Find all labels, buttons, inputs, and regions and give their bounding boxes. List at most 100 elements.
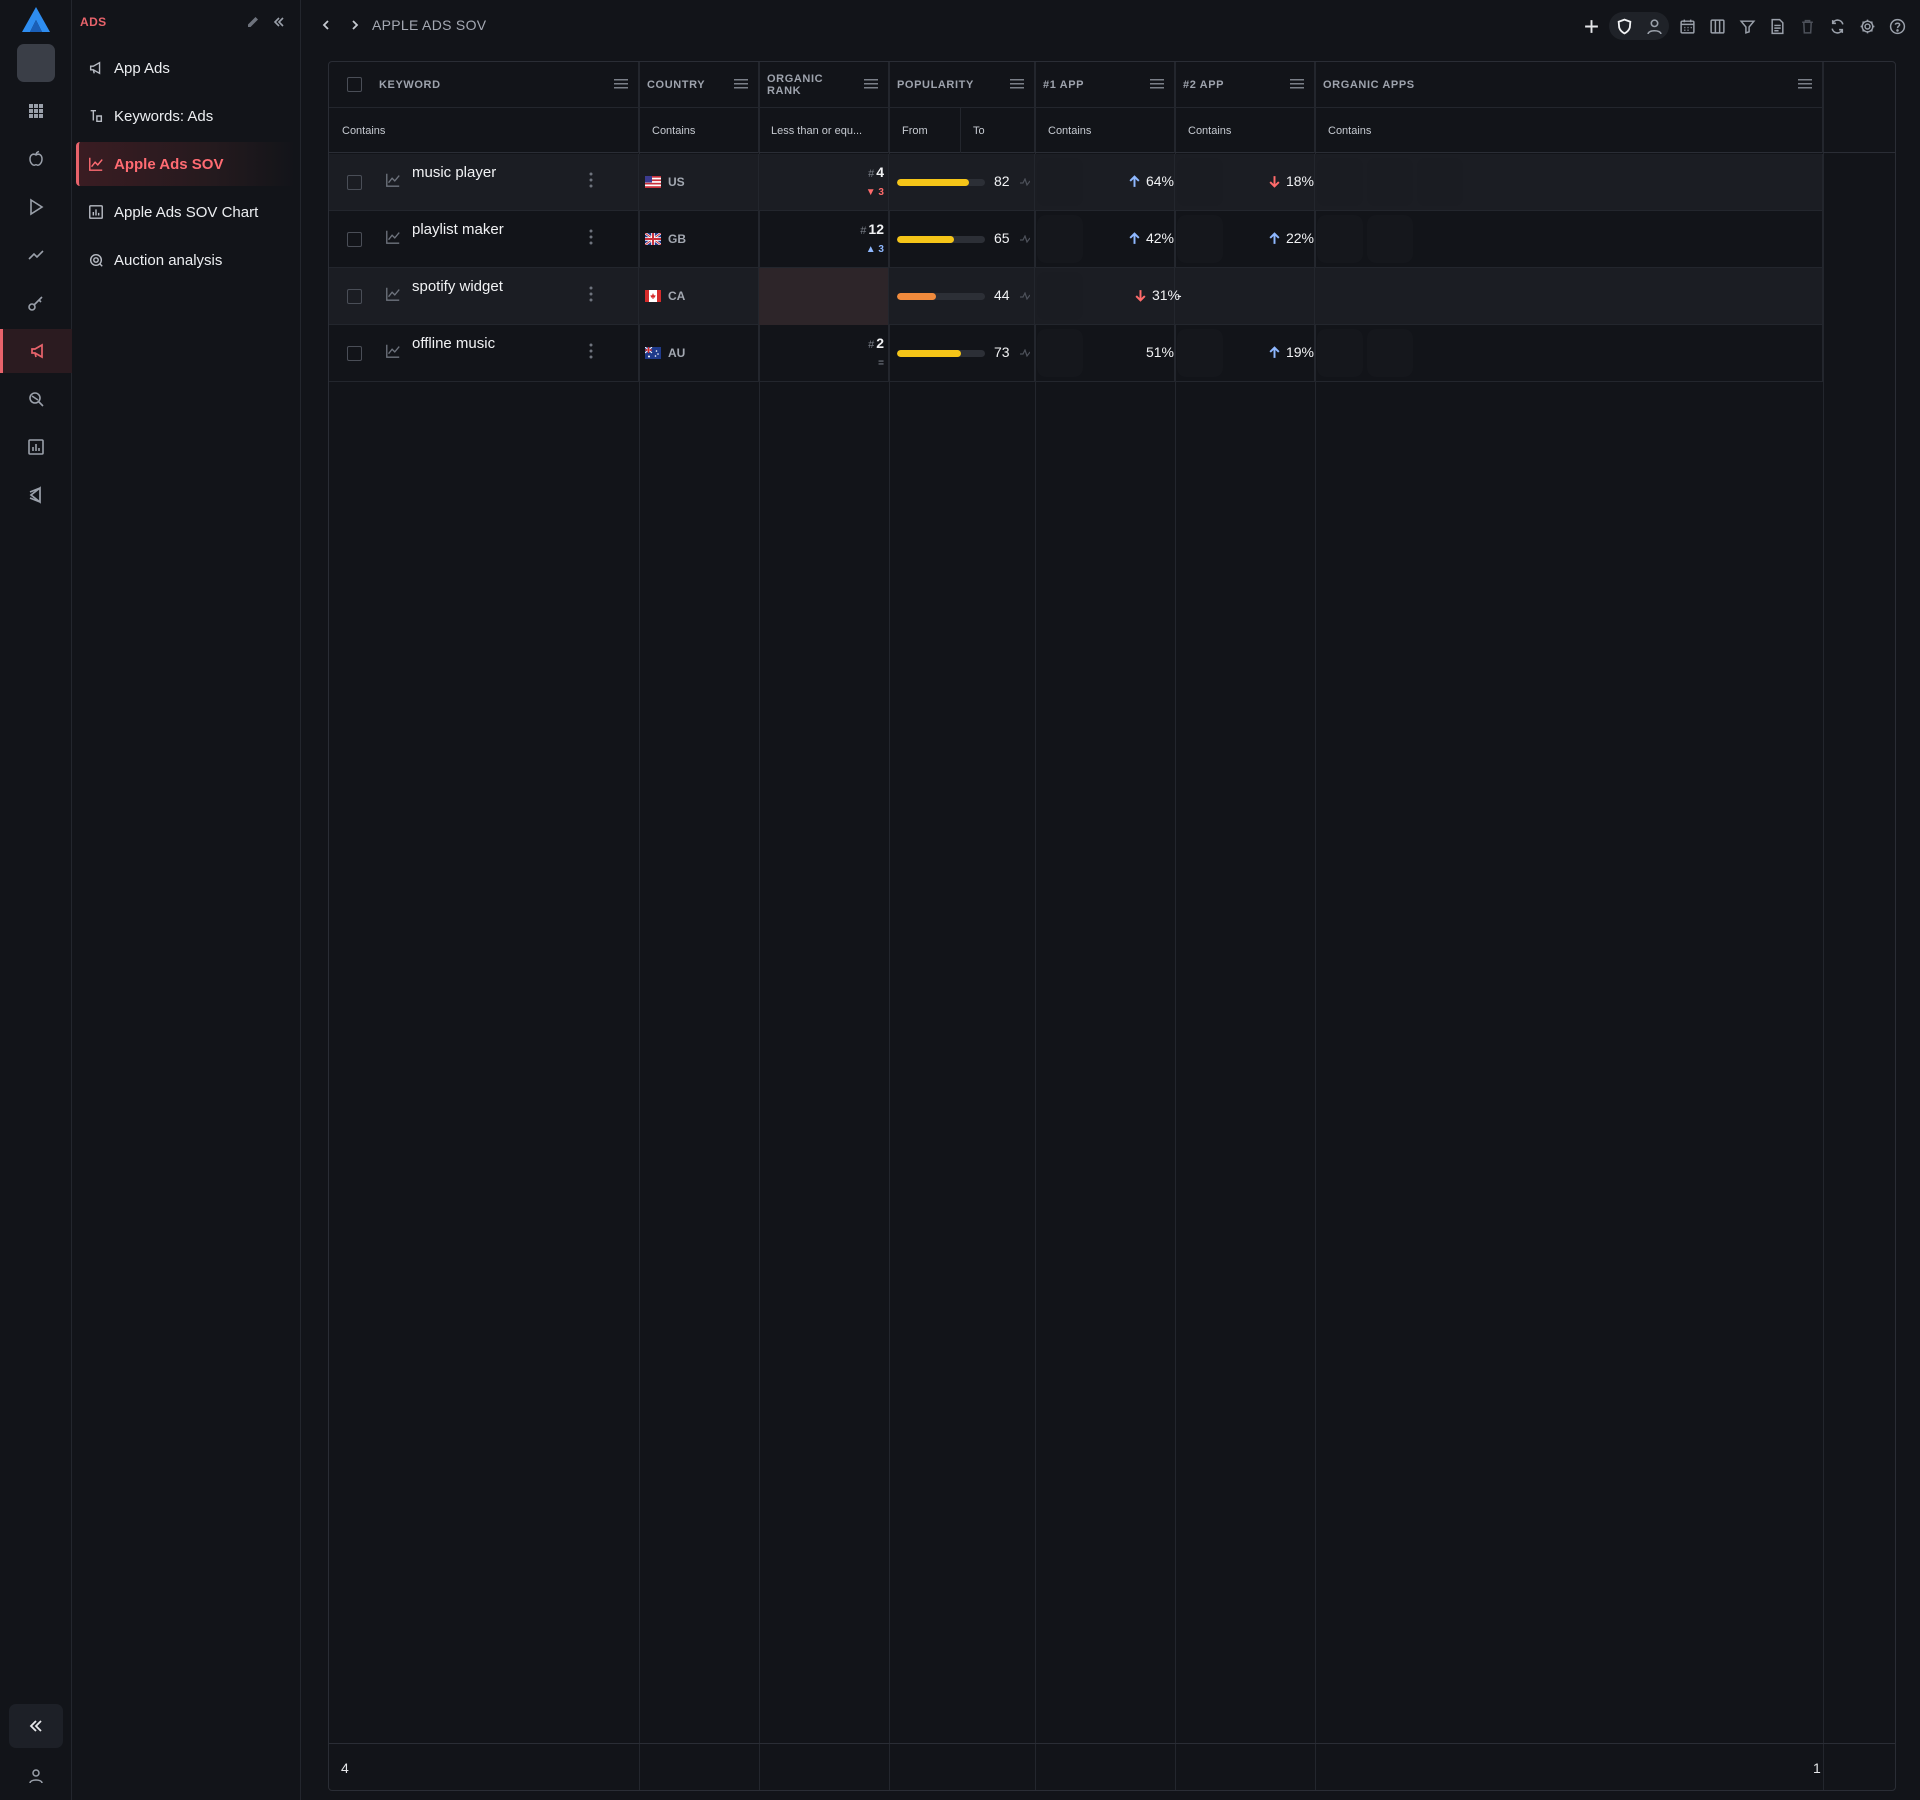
vscode-icon[interactable] <box>0 473 72 517</box>
column-header-popularity[interactable]: POPULARITY <box>889 62 1035 108</box>
column-header-country[interactable]: COUNTRY <box>639 62 759 108</box>
filter-popularity-from-input[interactable]: From <box>889 108 961 153</box>
shield-icon[interactable] <box>1609 12 1639 40</box>
table-row[interactable]: spotify widget CA 44 31% - <box>329 268 1823 325</box>
flag-ca-icon <box>645 290 661 302</box>
user-profile-icon[interactable] <box>0 1756 72 1796</box>
filter-app2-input[interactable]: Contains <box>1175 108 1315 153</box>
select-all-checkbox[interactable] <box>347 77 362 92</box>
column-menu-icon[interactable] <box>1798 78 1812 90</box>
column-menu-icon[interactable] <box>864 78 878 90</box>
export-document-icon[interactable] <box>1762 12 1792 40</box>
sidebar-item-app-ads[interactable]: App Ads <box>76 46 296 90</box>
organic-app-icon[interactable] <box>1317 158 1363 206</box>
app-icon[interactable] <box>1177 215 1223 263</box>
trend-chart-icon[interactable] <box>385 286 401 302</box>
filter-keyword-input[interactable]: Contains <box>329 108 639 153</box>
popularity-value: 73 <box>994 344 1010 360</box>
workspace-avatar[interactable] <box>17 44 55 82</box>
app-icon[interactable] <box>1037 329 1083 377</box>
key-icon[interactable] <box>0 281 72 325</box>
trash-icon[interactable] <box>1792 12 1822 40</box>
column-header-app1[interactable]: #1 APP <box>1035 62 1175 108</box>
trend-chart-icon[interactable] <box>385 229 401 245</box>
reports-icon[interactable] <box>0 425 72 469</box>
filter-app1-input[interactable]: Contains <box>1035 108 1175 153</box>
app-icon[interactable] <box>1037 158 1083 206</box>
trend-chart-icon[interactable] <box>385 343 401 359</box>
help-icon[interactable] <box>1882 12 1912 40</box>
column-header-app2[interactable]: #2 APP <box>1175 62 1315 108</box>
row-menu-icon[interactable] <box>589 171 593 189</box>
column-header-keyword[interactable]: KEYWORD <box>329 62 639 108</box>
row-checkbox[interactable] <box>347 289 362 304</box>
row-checkbox[interactable] <box>347 232 362 247</box>
row-menu-icon[interactable] <box>589 228 593 246</box>
app-icon[interactable] <box>1177 158 1223 206</box>
table-row[interactable]: playlist maker GB #12 ▲ 3 65 42% 22% <box>329 211 1823 268</box>
organic-app-icon[interactable] <box>1367 215 1413 263</box>
rank-delta-neutral: = <box>878 358 884 369</box>
column-menu-icon[interactable] <box>734 78 748 90</box>
megaphone-icon <box>86 58 106 78</box>
organic-app-icon[interactable] <box>1367 158 1413 206</box>
edit-pencil-icon[interactable] <box>240 12 266 32</box>
organic-rank-empty-cell[interactable] <box>759 268 889 325</box>
organic-rank-value: #4 <box>868 164 884 180</box>
column-menu-icon[interactable] <box>614 78 628 90</box>
filter-popularity-to-input[interactable]: To <box>961 108 1035 153</box>
table-row[interactable]: music player US #4 ▼ 3 82 64% 18% <box>329 154 1823 211</box>
organic-app-icon[interactable] <box>1367 329 1413 377</box>
filter-organic-apps-input[interactable]: Contains <box>1315 108 1823 153</box>
apple-icon[interactable] <box>0 137 72 181</box>
calendar-icon[interactable] <box>1672 12 1702 40</box>
columns-icon[interactable] <box>1702 12 1732 40</box>
popularity-bar <box>897 350 985 357</box>
add-icon[interactable] <box>1576 12 1606 40</box>
row-checkbox[interactable] <box>347 346 362 361</box>
trend-chart-icon[interactable] <box>385 172 401 188</box>
app1-share: 64% <box>1128 173 1174 189</box>
column-menu-icon[interactable] <box>1010 78 1024 90</box>
column-header-organic-rank[interactable]: ORGANIC RANK <box>759 62 889 108</box>
forward-arrow-icon[interactable] <box>345 15 365 35</box>
collapse-sidebar-icon[interactable] <box>266 12 292 32</box>
app-icon[interactable] <box>1037 272 1083 320</box>
table-row[interactable]: offline music AU #2 = 73 51% 19% <box>329 325 1823 382</box>
settings-gear-icon[interactable] <box>1852 12 1882 40</box>
organic-app-icon[interactable] <box>1317 329 1363 377</box>
person-icon[interactable] <box>1639 12 1669 40</box>
apps-grid-icon[interactable] <box>0 89 72 133</box>
app1-share: 31% <box>1134 287 1180 303</box>
organic-app-icon[interactable] <box>1417 158 1463 206</box>
sidebar-item-apple-ads-sov[interactable]: Apple Ads SOV <box>76 142 296 186</box>
row-menu-icon[interactable] <box>589 342 593 360</box>
column-menu-icon[interactable] <box>1290 78 1304 90</box>
auction-icon <box>86 250 106 270</box>
row-menu-icon[interactable] <box>589 285 593 303</box>
filter-icon[interactable] <box>1732 12 1762 40</box>
organic-app-icon[interactable] <box>1317 215 1363 263</box>
sidebar-item-auction-analysis[interactable]: Auction analysis <box>76 238 296 282</box>
sidebar-item-keywords-ads[interactable]: Keywords: Ads <box>76 94 296 138</box>
refresh-icon[interactable] <box>1822 12 1852 40</box>
column-header-organic-apps[interactable]: ORGANIC APPS <box>1315 62 1823 108</box>
keyword-text: spotify widget <box>412 278 503 295</box>
app-icon[interactable] <box>1037 215 1083 263</box>
app-icon[interactable] <box>1177 329 1223 377</box>
row-checkbox[interactable] <box>347 175 362 190</box>
back-arrow-icon[interactable] <box>316 15 336 35</box>
filter-organic-rank-input[interactable]: Less than or equ... <box>759 108 889 153</box>
column-menu-icon[interactable] <box>1150 78 1164 90</box>
arrow-up-icon <box>1269 231 1280 244</box>
rank-delta-up: ▲ 3 <box>865 244 884 255</box>
trend-icon[interactable] <box>0 233 72 277</box>
play-store-icon[interactable] <box>0 185 72 229</box>
filter-country-input[interactable]: Contains <box>639 108 759 153</box>
arrow-up-icon <box>1269 345 1280 358</box>
ads-megaphone-icon[interactable] <box>0 329 72 373</box>
sidebar-item-apple-ads-sov-chart[interactable]: Apple Ads SOV Chart <box>76 190 296 234</box>
app-logo-icon[interactable] <box>20 6 52 34</box>
keyword-search-icon[interactable] <box>0 377 72 421</box>
collapse-rail-button[interactable] <box>9 1704 63 1748</box>
